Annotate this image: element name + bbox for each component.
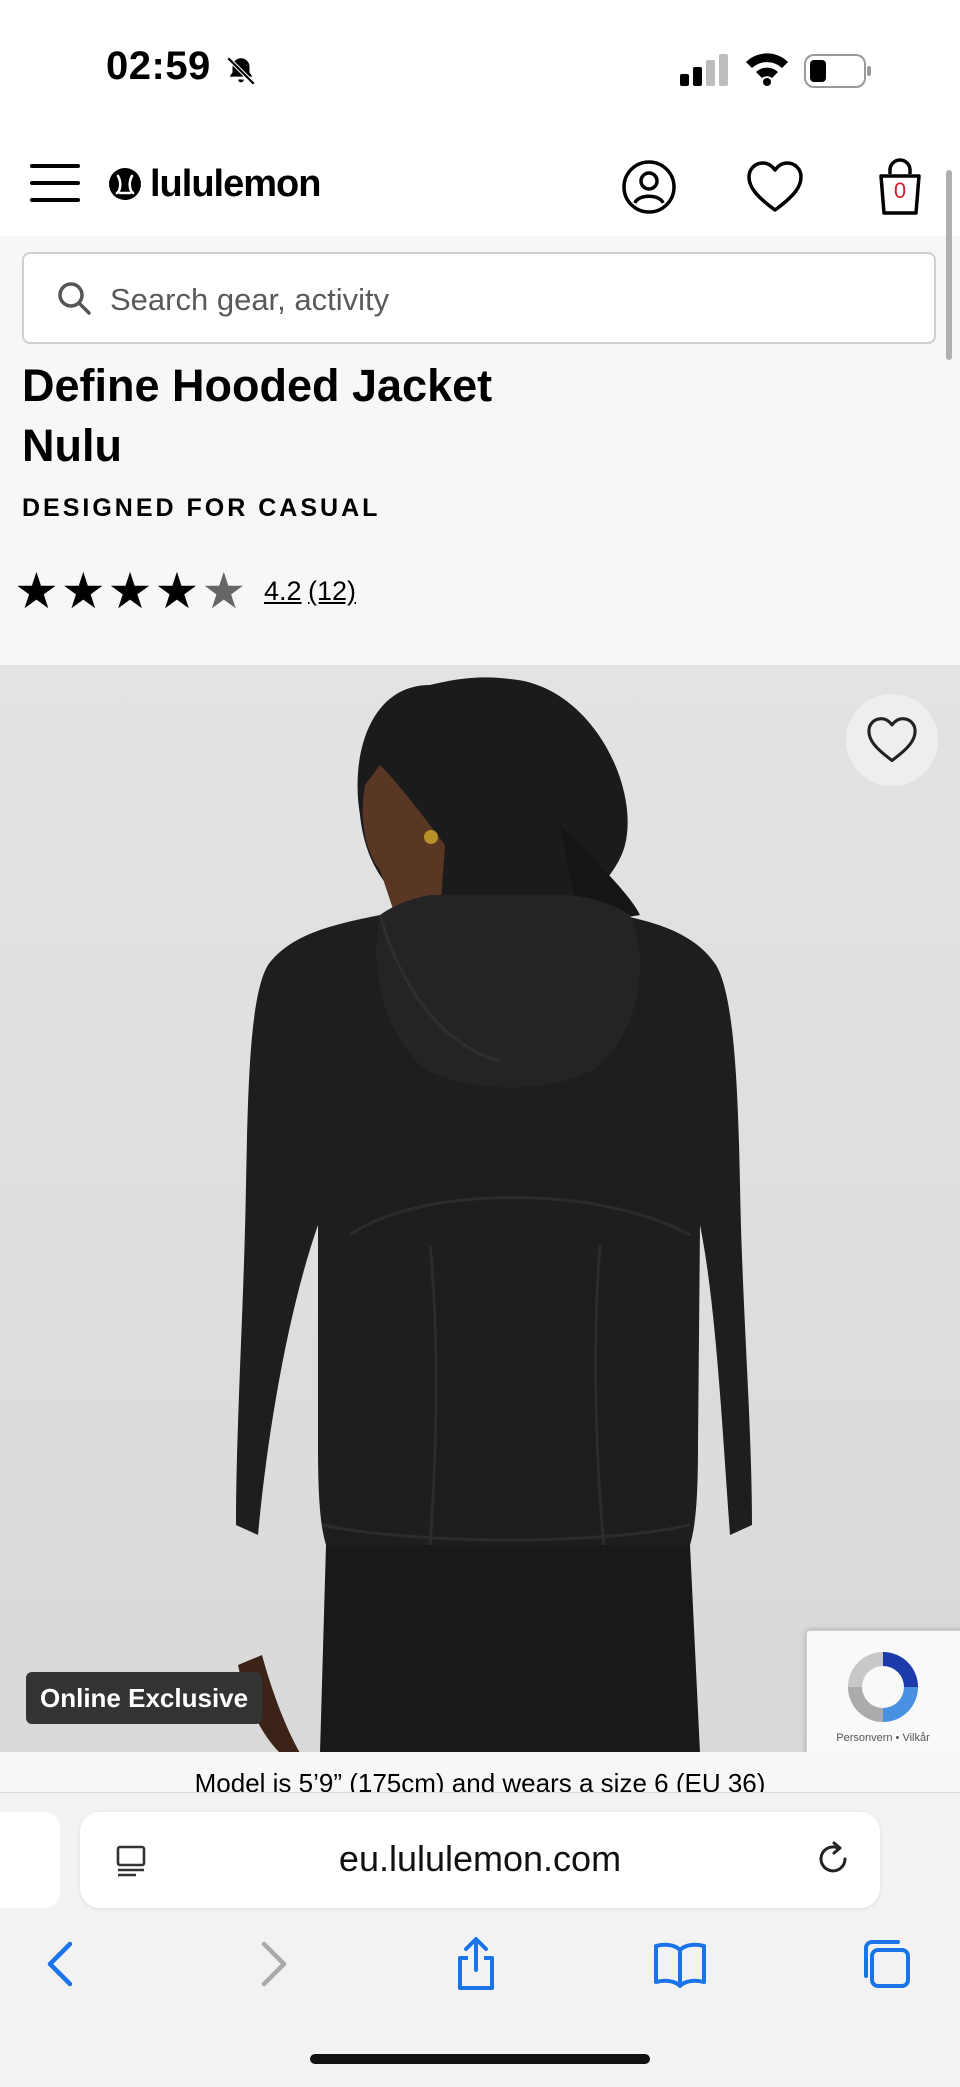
star-partial-icon: ★	[201, 563, 247, 619]
page-scrollbar[interactable]	[946, 170, 952, 360]
review-count-link[interactable]: (12)	[308, 576, 356, 607]
star-icon: ★	[154, 563, 200, 619]
online-exclusive-badge: Online Exclusive	[26, 1672, 263, 1724]
rating-stars: ★ ★ ★ ★ ★	[14, 564, 246, 618]
forward-icon[interactable]	[244, 1936, 300, 1992]
rating-value-link[interactable]: 4.2	[264, 576, 302, 607]
account-icon[interactable]	[620, 158, 678, 216]
product-title: Define Hooded Jacket Nulu	[22, 360, 493, 471]
reload-icon[interactable]	[814, 1840, 852, 1878]
model-photo	[236, 677, 752, 1753]
wifi-icon	[746, 53, 788, 86]
star-icon: ★	[107, 563, 153, 619]
tabs-icon[interactable]	[858, 1936, 914, 1992]
recaptcha-terms[interactable]: Personvern • Vilkår	[806, 1732, 960, 1744]
bookmarks-icon[interactable]	[652, 1936, 708, 1992]
lululemon-logo-icon	[109, 168, 141, 200]
cellular-signal-icon	[680, 54, 728, 86]
reader-mode-icon[interactable]	[114, 1842, 150, 1878]
url-text[interactable]: eu.lululemon.com	[180, 1838, 780, 1880]
status-time: 02:59	[106, 44, 211, 88]
home-indicator[interactable]	[310, 2054, 650, 2064]
star-icon: ★	[60, 563, 106, 619]
search-icon	[58, 282, 91, 315]
product-image[interactable]	[0, 665, 960, 1753]
share-icon[interactable]	[448, 1936, 504, 1992]
hamburger-menu-icon[interactable]	[28, 160, 82, 206]
bell-muted-icon	[226, 56, 256, 86]
bag-count-badge: 0	[893, 178, 907, 203]
battery-icon	[804, 54, 871, 88]
star-icon: ★	[14, 563, 59, 619]
wishlist-heart-icon[interactable]	[746, 160, 804, 214]
brand-name: lululemon	[150, 162, 321, 205]
recaptcha-icon	[848, 1652, 918, 1722]
back-icon[interactable]	[34, 1936, 90, 1992]
search-placeholder[interactable]: Search gear, activity	[110, 282, 389, 318]
add-to-wishlist-button[interactable]	[846, 694, 938, 786]
brand-logo-link[interactable]: lululemon	[108, 160, 321, 208]
previous-tab-preview[interactable]	[0, 1812, 60, 1908]
product-category: DESIGNED FOR CASUAL	[22, 494, 381, 522]
heart-icon	[867, 717, 917, 762]
